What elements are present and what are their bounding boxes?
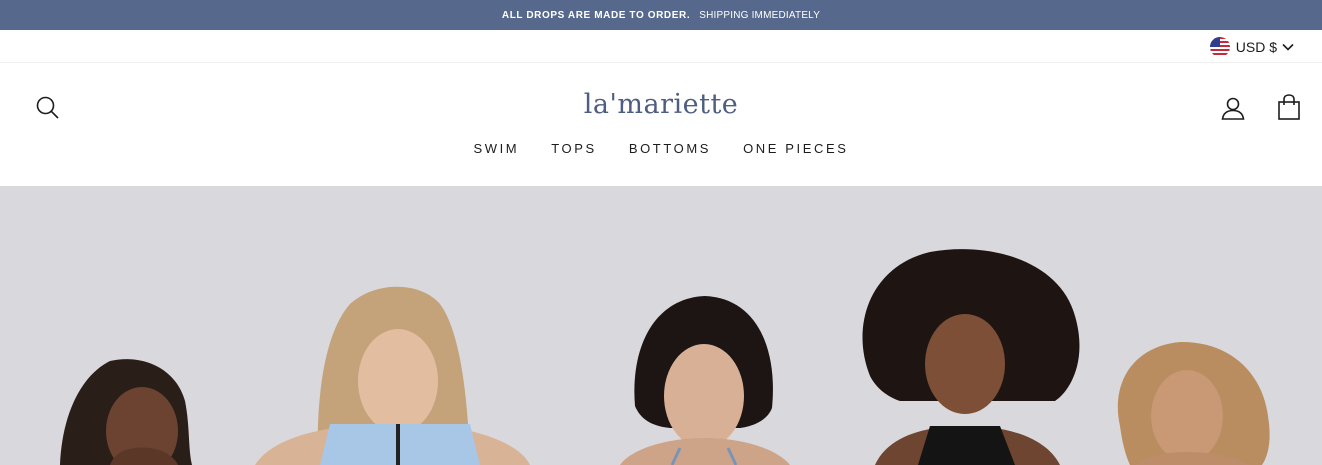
announcement-bar: ALL DROPS ARE MADE TO ORDER. SHIPPING IM… <box>0 0 1322 30</box>
announcement-text: SHIPPING IMMEDIATELY <box>699 9 821 21</box>
nav-item-one-pieces[interactable]: ONE PIECES <box>727 141 864 156</box>
chevron-down-icon <box>1282 43 1294 51</box>
currency-selector[interactable]: USD $ <box>1209 37 1294 57</box>
account-button[interactable] <box>1221 96 1245 125</box>
us-flag-icon <box>1209 37 1230 57</box>
hero-image <box>60 249 1270 465</box>
cart-button[interactable] <box>1278 94 1300 125</box>
currency-label: USD $ <box>1235 39 1277 55</box>
shopping-bag-icon <box>1278 94 1300 120</box>
site-logo[interactable]: la'mariette <box>0 89 1322 120</box>
model-figure <box>60 359 192 465</box>
model-figure <box>255 286 530 465</box>
nav-item-tops[interactable]: TOPS <box>535 141 613 156</box>
model-figure <box>1117 341 1270 465</box>
model-figure <box>862 249 1080 465</box>
model-figure <box>620 296 790 465</box>
site-header: la'mariette SWIM TOPS BOTTOMS ONE PIECES <box>0 63 1322 186</box>
nav-item-bottoms[interactable]: BOTTOMS <box>613 141 727 156</box>
announcement-bold-text: ALL DROPS ARE MADE TO ORDER. <box>501 9 691 21</box>
user-icon <box>1221 97 1245 120</box>
main-nav: SWIM TOPS BOTTOMS ONE PIECES <box>0 141 1322 156</box>
hero-banner[interactable] <box>0 186 1322 465</box>
currency-bar: USD $ <box>0 30 1322 63</box>
nav-item-swim[interactable]: SWIM <box>457 141 535 156</box>
